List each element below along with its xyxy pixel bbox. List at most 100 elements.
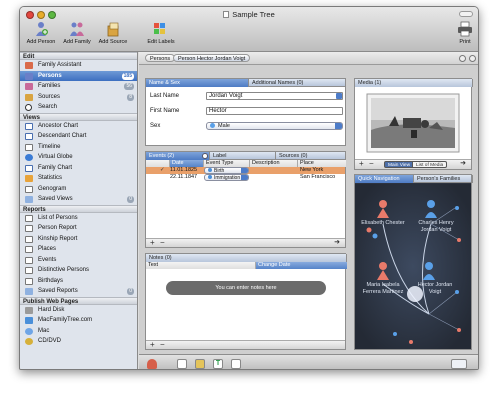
persons-icon <box>25 72 33 80</box>
text-icon[interactable]: T <box>213 359 223 369</box>
print-button[interactable]: Print <box>454 21 476 45</box>
sidebar-item-hard-disk[interactable]: Hard Disk <box>20 305 137 316</box>
add-source-icon <box>107 22 119 37</box>
last-name-dropdown-icon[interactable] <box>336 93 342 99</box>
add-note-button[interactable]: + <box>150 341 155 349</box>
edit-mode-icon[interactable] <box>459 55 466 62</box>
tab-quick-navigation[interactable]: Quick Navigation <box>355 175 414 183</box>
add-family-button[interactable]: Add Family <box>60 21 94 45</box>
tab-persons-families[interactable]: Person's Families <box>414 175 473 183</box>
remove-event-button[interactable]: − <box>160 239 165 247</box>
disc-icon <box>25 338 33 345</box>
person-node-elisabeth[interactable]: Elisabeth Chester <box>359 220 407 227</box>
sidebar-item-ancestor-chart[interactable]: Ancestor Chart <box>20 121 137 132</box>
add-source-button[interactable]: Add Source <box>96 21 130 45</box>
column-header-description[interactable]: Description <box>250 160 298 167</box>
hard-disk-icon <box>25 306 33 314</box>
column-header-change-date[interactable]: Change Date <box>256 262 347 269</box>
edit-labels-label: Edit Labels <box>147 39 175 45</box>
sidebar-item-saved-views[interactable]: Saved Views 0 <box>20 194 137 205</box>
tab-media[interactable]: Media (1) <box>355 79 473 87</box>
notes-icon[interactable] <box>195 359 205 369</box>
sidebar-item-sources[interactable]: Sources 8 <box>20 92 137 103</box>
media-tabs: Media (1) <box>355 79 473 87</box>
settings-icon[interactable] <box>469 55 476 62</box>
sidebar-item-descendant-chart[interactable]: Descendant Chart <box>20 131 137 142</box>
tab-sources[interactable]: Sources (0) <box>276 152 346 160</box>
sidebar-item-statistics[interactable]: Statistics <box>20 173 137 184</box>
remove-note-button[interactable]: − <box>160 341 165 349</box>
sidebar-item-virtual-globe[interactable]: Virtual Globe <box>20 152 137 163</box>
search-icon <box>25 104 32 111</box>
report-icon <box>25 235 33 243</box>
sidebar-item-label: Birthdays <box>38 277 64 284</box>
family-tree-icon[interactable] <box>147 359 157 369</box>
column-header-date[interactable]: Date <box>170 160 204 167</box>
table-row[interactable]: 22.11.1847 Immigration San Francisco <box>146 174 345 181</box>
sidebar-item-genogram[interactable]: Genogram <box>20 184 137 195</box>
tab-label[interactable]: Label <box>210 152 276 160</box>
close-icon[interactable] <box>202 153 208 159</box>
breadcrumb: Persons Person Hector Jordan Voigt <box>139 52 478 65</box>
sidebar-item-list-of-persons[interactable]: List of Persons <box>20 213 137 224</box>
person-node-hector[interactable]: Hector Jordan Voigt <box>411 282 459 295</box>
last-name-field[interactable]: Jordan Voigt <box>206 92 343 100</box>
notes-tabs: Notes (0) <box>146 254 347 262</box>
sidebar-item-family-chart[interactable]: Family Chart <box>20 163 137 174</box>
event-type-select[interactable]: Immigration <box>204 174 249 181</box>
first-name-field[interactable]: Hector <box>206 107 343 115</box>
sidebar-item-mac[interactable]: Mac <box>20 326 137 337</box>
add-event-button[interactable]: + <box>150 239 155 247</box>
remove-media-button[interactable]: − <box>369 160 374 168</box>
person-card-icon[interactable] <box>177 359 187 369</box>
folder-icon <box>25 288 33 295</box>
sidebar-item-saved-reports[interactable]: Saved Reports 0 <box>20 286 137 297</box>
tab-name-sex[interactable]: Name & Sex <box>146 79 249 87</box>
tab-additional-names[interactable]: Additional Names (0) <box>249 79 346 87</box>
breadcrumb-persons[interactable]: Persons <box>145 54 176 62</box>
sex-select[interactable]: Male <box>206 122 343 130</box>
media-icon[interactable] <box>231 359 241 369</box>
sidebar-item-label: Distinctive Persons <box>38 267 90 273</box>
list-of-media-button[interactable]: List of Media <box>412 161 448 168</box>
column-header-text[interactable]: Text <box>146 262 256 269</box>
add-media-button[interactable]: + <box>359 160 364 168</box>
notes-placeholder[interactable]: You can enter notes here <box>166 281 326 295</box>
sidebar-item-cd-dvd[interactable]: CD/DVD <box>20 336 137 347</box>
sidebar-item-distinctive-persons[interactable]: Distinctive Persons <box>20 265 137 276</box>
sidebar-item-macfamilytree-com[interactable]: MacFamilyTree.com <box>20 315 137 326</box>
person-node-charles[interactable]: Charles Henry Jordan Voigt <box>411 220 461 233</box>
arrow-right-icon[interactable]: ➜ <box>460 160 466 168</box>
event-type-select[interactable]: Birth <box>204 167 249 174</box>
table-row[interactable]: ✓ 11.01.1825 Birth New York <box>146 167 345 174</box>
sidebar-item-places[interactable]: Places <box>20 244 137 255</box>
sidebar-item-persons[interactable]: Persons 185 <box>20 70 137 81</box>
sidebar-item-label: Events <box>38 256 57 263</box>
arrow-right-icon[interactable]: ➜ <box>334 239 340 247</box>
person-node-maria[interactable]: Maria Isabela Ferrera Martinez <box>357 282 409 295</box>
event-type-icon <box>208 175 212 179</box>
media-photo[interactable] <box>359 90 467 156</box>
sidebar-item-search[interactable]: Search <box>20 102 137 113</box>
sidebar-item-label: Persons <box>38 72 62 79</box>
edit-labels-button[interactable]: Edit Labels <box>144 21 178 45</box>
sidebar-item-family-assistant[interactable]: Family Assistant <box>20 60 137 71</box>
tab-notes[interactable]: Notes (0) <box>146 254 347 262</box>
sidebar-toggle-icon[interactable] <box>451 359 467 369</box>
column-header-place[interactable]: Place <box>298 160 346 167</box>
main-view-button[interactable]: Main View <box>384 161 415 168</box>
tab-events[interactable]: Events (2) <box>146 152 210 160</box>
toolbar-toggle-button[interactable] <box>459 11 473 17</box>
event-type-value: Immigration <box>214 175 241 181</box>
sidebar-item-events[interactable]: Events <box>20 255 137 266</box>
sidebar-item-timeline[interactable]: Timeline <box>20 142 137 153</box>
add-person-button[interactable]: Add Person <box>24 21 58 45</box>
descendant-chart-icon <box>25 133 33 140</box>
sidebar-item-person-report[interactable]: Person Report <box>20 223 137 234</box>
events-footer: + − ➜ <box>146 238 345 247</box>
breadcrumb-current[interactable]: Person Hector Jordan Voigt <box>173 54 251 62</box>
sidebar-item-families[interactable]: Families 56 <box>20 81 137 92</box>
column-header-event-type[interactable]: Event Type <box>204 160 250 167</box>
sidebar-item-birthdays[interactable]: Birthdays <box>20 276 137 287</box>
sidebar-item-kinship-report[interactable]: Kinship Report <box>20 234 137 245</box>
